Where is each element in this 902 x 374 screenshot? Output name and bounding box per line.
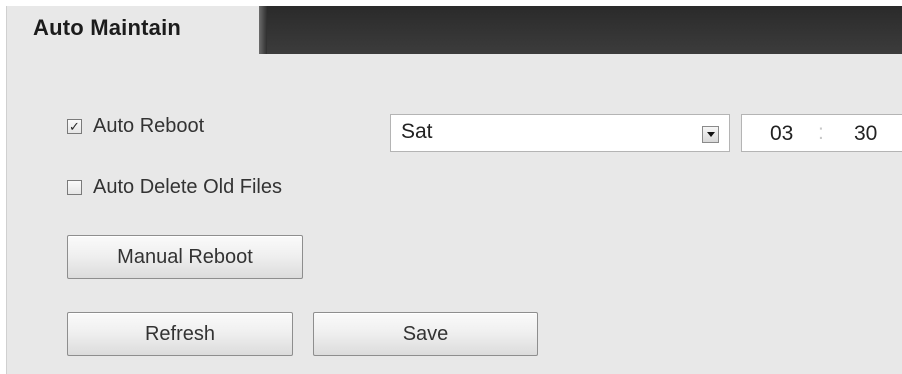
tab-bar-background (259, 6, 902, 54)
reboot-minute-input[interactable]: 30 (854, 122, 877, 146)
auto-reboot-checkbox[interactable]: ✓ (67, 118, 82, 134)
check-icon: ✓ (69, 118, 80, 134)
time-separator: : (818, 121, 824, 144)
save-button[interactable]: Save (313, 312, 538, 356)
auto-reboot-row: ✓ Auto Reboot (67, 113, 204, 139)
tab-divider (259, 6, 267, 54)
tab-bar: Auto Maintain (7, 6, 902, 54)
refresh-button[interactable]: Refresh (67, 312, 293, 356)
auto-reboot-label: Auto Reboot (93, 114, 205, 137)
reboot-hour-input[interactable]: 03 (770, 122, 793, 146)
reboot-day-value: Sat (401, 120, 433, 143)
manual-reboot-button[interactable]: Manual Reboot (67, 235, 303, 279)
tab-auto-maintain[interactable]: Auto Maintain (7, 6, 259, 54)
tab-label: Auto Maintain (33, 15, 182, 40)
auto-delete-row: Auto Delete Old Files (67, 174, 282, 200)
auto-delete-label: Auto Delete Old Files (93, 175, 282, 198)
settings-panel: Auto Maintain ✓ Auto Reboot Sat 03 : 30 … (6, 6, 902, 374)
chevron-down-icon[interactable] (702, 126, 719, 143)
reboot-day-select[interactable]: Sat (390, 114, 730, 152)
auto-delete-checkbox[interactable] (67, 179, 82, 195)
reboot-time-field[interactable]: 03 : 30 (741, 114, 902, 152)
